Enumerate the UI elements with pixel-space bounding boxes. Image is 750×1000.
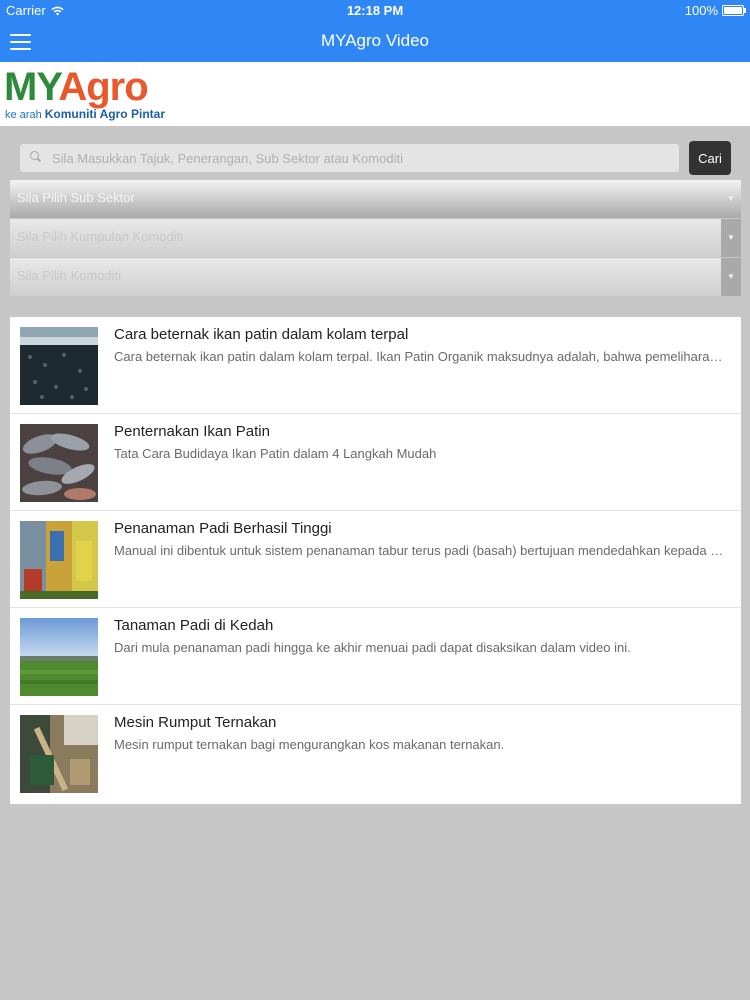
commodity-select[interactable]: Sila Pilih Komoditi ▼ bbox=[10, 258, 741, 296]
video-title: Tanaman Padi di Kedah bbox=[114, 617, 274, 634]
video-title: Penternakan Ikan Patin bbox=[114, 423, 270, 440]
commodity-select-label: Sila Pilih Komoditi bbox=[17, 268, 122, 283]
page-title: MYAgro Video bbox=[320, 31, 430, 50]
video-description: Dari mula penanaman padi hingga ke akhir… bbox=[114, 640, 631, 655]
commodity-group-select[interactable]: Sila Pilih Kumpulan Komoditi ▼ bbox=[10, 219, 741, 257]
video-list-item[interactable]: Penanaman Padi Berhasil Tinggi Manual in… bbox=[10, 511, 741, 608]
video-list: Cara beternak ikan patin dalam kolam ter… bbox=[10, 317, 741, 804]
battery-icon bbox=[722, 5, 746, 16]
tagline-emphasis: Komuniti Agro Pintar bbox=[44, 107, 165, 121]
myagro-logo: MYAgro bbox=[4, 64, 149, 110]
video-title: Penanaman Padi Berhasil Tinggi bbox=[114, 520, 332, 537]
logo-banner: MYAgro ke arah Komuniti Agro Pintar bbox=[0, 62, 750, 126]
battery-indicator: 100% bbox=[684, 3, 746, 18]
video-description: Tata Cara Budidaya Ikan Patin dalam 4 La… bbox=[114, 446, 437, 461]
paddy-field-thumbnail bbox=[20, 618, 98, 696]
video-description: Manual ini dibentuk untuk sistem penanam… bbox=[114, 543, 726, 558]
catfish-thumbnail bbox=[20, 424, 98, 502]
commodity-group-select-label: Sila Pilih Kumpulan Komoditi bbox=[17, 229, 184, 244]
video-description: Mesin rumput ternakan bagi mengurangkan … bbox=[114, 737, 505, 752]
sub-sector-select[interactable]: Sila Pilih Sub Sektor ▼ bbox=[10, 180, 741, 218]
grass-machine-thumbnail bbox=[20, 715, 98, 793]
video-title: Cara beternak ikan patin dalam kolam ter… bbox=[114, 326, 409, 343]
nav-bar: MYAgro Video bbox=[0, 22, 750, 62]
search-icon bbox=[30, 151, 39, 160]
tagline-prefix: ke arah bbox=[5, 109, 42, 121]
video-list-item[interactable]: Cara beternak ikan patin dalam kolam ter… bbox=[10, 317, 741, 414]
logo-my-text: MY bbox=[4, 65, 59, 109]
search-button[interactable]: Cari bbox=[689, 141, 731, 175]
status-bar: Carrier 12:18 PM 100% bbox=[0, 0, 750, 22]
logo-agro-text: Agro bbox=[58, 65, 148, 109]
chevron-down-icon: ▼ bbox=[721, 258, 741, 296]
sub-sector-select-label: Sila Pilih Sub Sektor bbox=[17, 190, 135, 205]
chevron-down-icon: ▼ bbox=[727, 194, 735, 203]
video-list-item[interactable]: Mesin Rumput Ternakan Mesin rumput terna… bbox=[10, 705, 741, 804]
video-title: Mesin Rumput Ternakan bbox=[114, 714, 277, 731]
search-box bbox=[20, 144, 679, 172]
search-input[interactable] bbox=[52, 144, 672, 172]
logo-tagline: ke arah Komuniti Agro Pintar bbox=[5, 107, 165, 121]
video-description: Cara beternak ikan patin dalam kolam ter… bbox=[114, 349, 726, 364]
rice-machine-thumbnail bbox=[20, 521, 98, 599]
video-list-item[interactable]: Penternakan Ikan Patin Tata Cara Budiday… bbox=[10, 414, 741, 511]
battery-percent: 100% bbox=[684, 3, 718, 18]
chevron-down-icon: ▼ bbox=[721, 219, 741, 257]
fish-pond-thumbnail bbox=[20, 327, 98, 405]
video-list-item[interactable]: Tanaman Padi di Kedah Dari mula penanama… bbox=[10, 608, 741, 705]
clock: 12:18 PM bbox=[346, 3, 404, 18]
